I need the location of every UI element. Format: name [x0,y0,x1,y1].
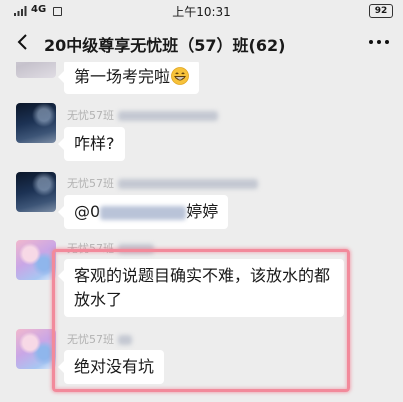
chat-title: 20中级尊享无忧班（57）班(62) [44,36,286,55]
message-text: 客观的说题目确实不难，该放水的都放水了 [74,266,331,309]
message-bubble[interactable]: 客观的说题目确实不难，该放水的都放水了 [58,259,344,317]
message-bubble[interactable]: 咋样? [58,127,125,161]
mention-suffix: 婷婷 [186,202,219,221]
more-dots-icon[interactable] [368,39,390,45]
avatar[interactable] [16,103,56,143]
redaction-blur [117,244,154,254]
grinning-face-emoji-icon [171,67,189,85]
clock: 上午10:31 [172,5,231,19]
avatar[interactable] [16,172,56,212]
avatar[interactable] [16,240,56,280]
status-bar: 4G 上午10:31 92 [0,0,403,22]
chat-header: 20中级尊享无忧班（57）班(62) [0,22,403,62]
avatar[interactable] [16,329,56,369]
redaction-blur [100,205,187,220]
message-bubble[interactable]: 绝对没有坑 [57,350,165,384]
mention-prefix: @0 [74,202,101,221]
sender-name: 无忧57班 [67,242,154,255]
sender-name-text: 无忧57班 [67,333,114,346]
redaction-blur [117,111,218,121]
message-text: 第一场考完啦 [74,67,171,86]
redaction-blur [117,335,132,345]
message-bubble[interactable]: @0 婷婷 [57,195,229,229]
sender-name: 无忧57班 [67,333,132,346]
sender-name: 无忧57班 [67,109,218,122]
message-bubble[interactable]: 第一场考完啦 [57,60,200,94]
message-text: 绝对没有坑 [74,357,155,376]
sender-name-text: 无忧57班 [67,177,114,190]
sender-name-text: 无忧57班 [67,109,114,122]
battery-indicator: 92 [369,4,393,18]
message-text: 咋样? [74,134,115,153]
sender-name: 无忧57班 [67,177,258,190]
chevron-left-icon[interactable] [16,33,30,51]
sender-name-text: 无忧57班 [67,242,114,255]
redaction-blur [117,179,258,189]
